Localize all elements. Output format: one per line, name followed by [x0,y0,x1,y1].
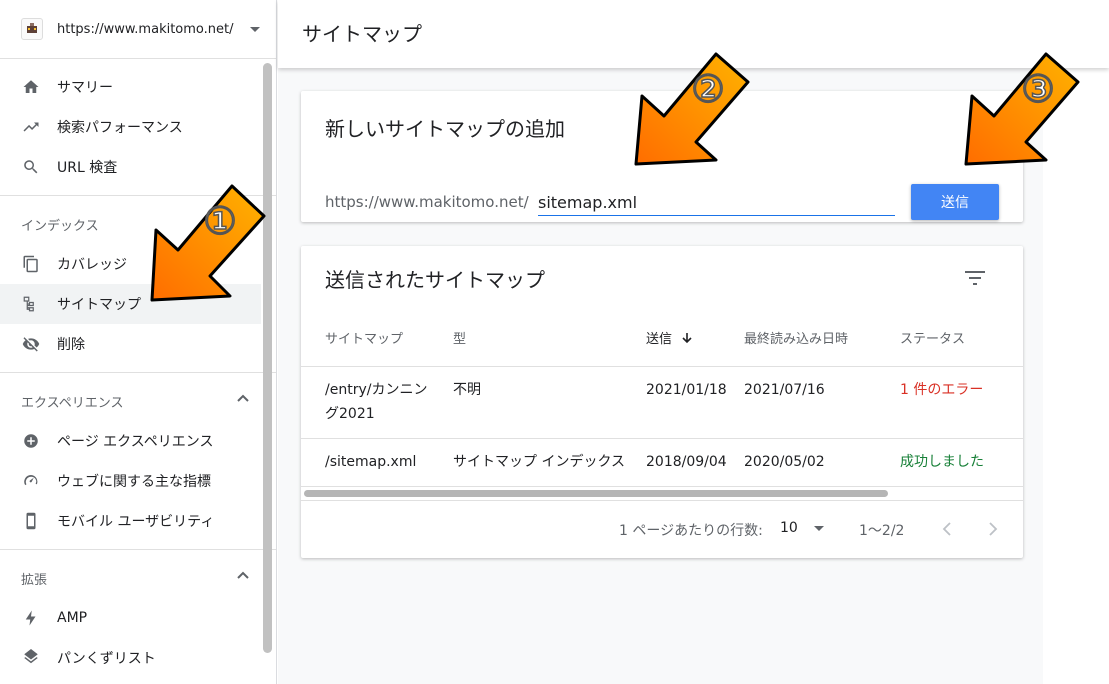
cell-type: 不明 [453,382,481,398]
chevron-down-icon [813,525,824,531]
annotation-arrow-1: ① [150,184,266,302]
cell-type: サイトマップ インデックス [453,454,626,470]
row-divider [301,438,1023,439]
add-sitemap-title: 新しいサイトマップの追加 [325,117,565,141]
group-title: エクスペリエンス [21,395,124,411]
column-header-type[interactable]: 型 [453,328,466,347]
status-badge: 成功しました [900,454,984,470]
bolt-icon [21,608,41,628]
sitemap-icon [21,294,41,314]
rows-per-page-select[interactable]: 10 [780,520,824,536]
column-header-last-read[interactable]: 最終読み込み日時 [744,328,848,347]
rows-per-page-label: 1 ページあたりの行数: [619,523,763,539]
row-divider [301,486,1023,487]
cell-sitemap: /sitemap.xml [325,454,417,470]
annotation-arrow-3: ③ [964,52,1080,166]
sidebar-item-page-experience[interactable]: ページ エクスペリエンス [0,421,261,461]
trending-up-icon [21,117,41,137]
layers-icon [21,648,41,668]
row-divider [301,366,1023,367]
visibility-off-icon [21,334,41,354]
cell-last-read: 2021/07/16 [744,382,825,398]
column-header-status[interactable]: ステータス [900,328,965,347]
home-icon [21,77,41,97]
column-header-sitemap[interactable]: サイトマップ [325,328,403,347]
annotation-number: ② [691,67,725,111]
cell-sitemap-line1: /entry/カンニン [325,382,428,398]
cell-sitemap-line2: グ2021 [325,406,375,422]
chevron-down-icon[interactable] [250,26,260,32]
sidebar-item-label: ウェブに関する主な指標 [57,474,211,490]
sidebar-item-mobile-usability[interactable]: モバイル ユーザビリティ [0,501,261,541]
sidebar-item-label: AMP [57,610,88,626]
site-favicon-icon [21,18,43,40]
sidebar-item-label: URL 検査 [57,160,118,176]
next-page-icon[interactable] [985,521,999,537]
arrow-down-icon [682,332,692,343]
app: https://www.makitomo.net/ サマリー 検索パフォーマンス… [0,0,1109,684]
submitted-sitemaps-title: 送信されたサイトマップ [325,268,545,292]
nav-group-experience: エクスペリエンス ページ エクスペリエンス ウェブに関する主な指標 モバイル ユ… [0,373,276,550]
property-url: https://www.makitomo.net/ [57,21,234,37]
column-header-label: 送信 [646,332,673,347]
submit-button[interactable]: 送信 [911,184,999,220]
sidebar-item-breadcrumbs[interactable]: パンくずリスト [0,638,261,678]
group-header-enhancements[interactable]: 拡張 [0,558,276,598]
nav-group-enhancements: 拡張 AMP パンくずリスト [0,550,276,684]
chevron-up-icon[interactable] [236,392,250,410]
sidebar-item-removals[interactable]: 削除 [0,324,261,364]
sidebar-item-summary[interactable]: サマリー [0,67,261,107]
sidebar-item-amp[interactable]: AMP [0,598,261,638]
annotation-number: ① [203,199,237,243]
sidebar-item-label: ページ エクスペリエンス [57,434,214,450]
cell-sitemap: /entry/カンニン グ2021 [325,378,427,426]
chevron-up-icon[interactable] [236,569,250,587]
sidebar-item-performance[interactable]: 検索パフォーマンス [0,107,261,147]
sitemap-url-prefix: https://www.makitomo.net/ [325,193,529,211]
table-horizontal-scrollbar[interactable] [304,490,888,497]
phone-icon [21,511,41,531]
rows-per-page-value: 10 [780,520,798,536]
group-title: 拡張 [21,572,48,588]
row-divider [301,500,1023,501]
group-title: インデックス [21,218,99,234]
prev-page-icon[interactable] [941,521,955,537]
sidebar-item-label: パンくずリスト [57,651,156,667]
status-badge: 1 件のエラー [900,382,984,398]
search-icon [21,157,41,177]
annotation-arrow-2: ② [634,52,750,166]
filter-icon[interactable] [963,268,987,288]
property-selector[interactable]: https://www.makitomo.net/ [0,0,276,59]
sidebar-item-label: サマリー [57,80,113,96]
speed-icon [21,471,41,491]
sidebar-item-label: 削除 [57,337,85,353]
annotation-number: ③ [1021,67,1055,111]
sidebar-item-label: カバレッジ [57,257,127,273]
sidebar-scrollbar[interactable] [263,63,272,653]
cell-submitted: 2018/09/04 [646,454,727,470]
plus-circle-icon [21,431,41,451]
sidebar-item-label: サイトマップ [57,297,141,313]
cell-submitted: 2021/01/18 [646,382,727,398]
copy-icon [21,254,41,274]
sidebar-item-label: モバイル ユーザビリティ [57,514,215,530]
sidebar-item-label: 検索パフォーマンス [57,120,183,136]
page-title: サイトマップ [302,22,422,46]
cell-last-read: 2020/05/02 [744,454,825,470]
column-header-submitted[interactable]: 送信 [646,328,694,347]
submitted-sitemaps-card: 送信されたサイトマップ サイトマップ 型 送信 最終読み込み日時 ステータス /… [301,246,1023,558]
group-header-experience[interactable]: エクスペリエンス [0,381,276,421]
sidebar-item-core-web-vitals[interactable]: ウェブに関する主な指標 [0,461,261,501]
pagination-range: 1〜2/2 [859,523,905,539]
sitemap-url-input[interactable] [538,189,895,216]
sidebar: https://www.makitomo.net/ サマリー 検索パフォーマンス… [0,0,277,684]
